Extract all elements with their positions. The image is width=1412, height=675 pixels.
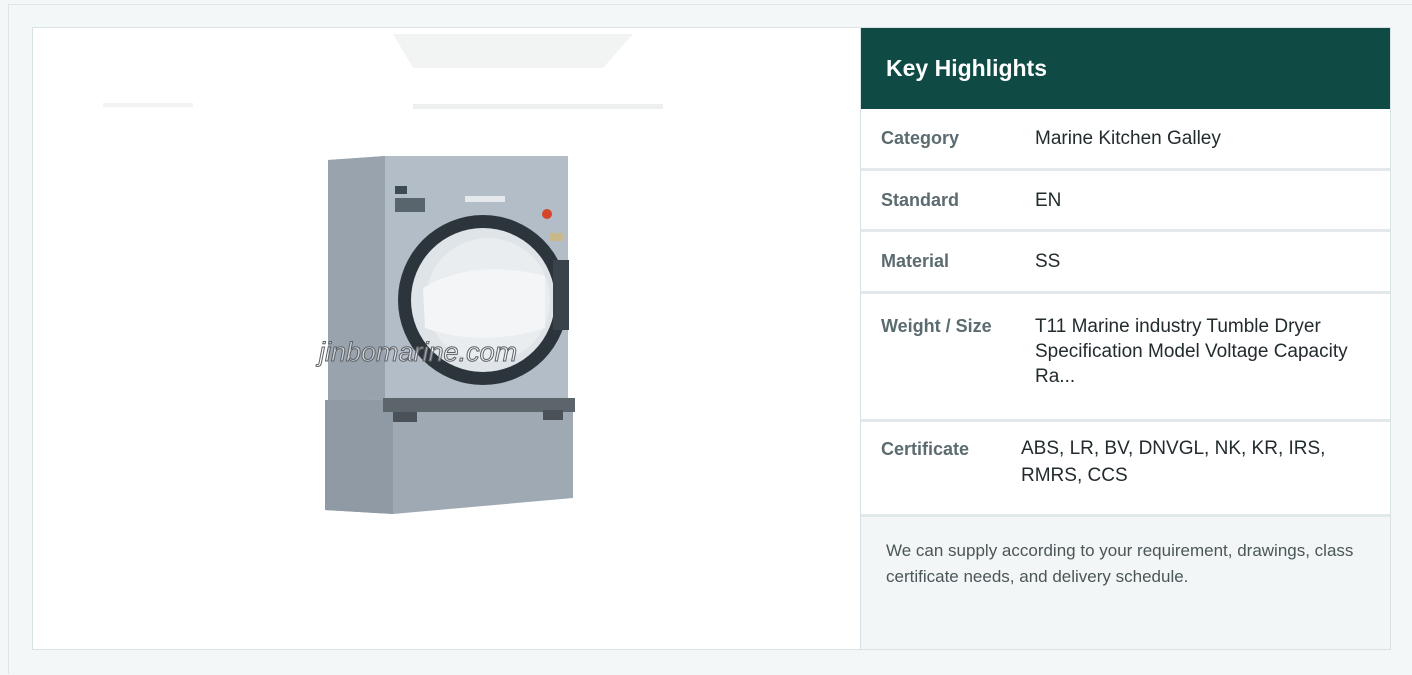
highlight-value: T11 Marine industry Tumble Dryer Specifi… xyxy=(1035,316,1348,387)
highlight-label: Category xyxy=(881,128,960,148)
highlight-label: Weight / Size xyxy=(881,316,992,336)
highlight-row-category: Category Marine Kitchen Galley xyxy=(861,109,1390,171)
highlight-label: Certificate xyxy=(881,439,970,459)
highlight-row-certificate: Certificate ABS, LR, BV, DNVGL, NK, KR, … xyxy=(861,422,1390,517)
product-image-pane: jinbomarine.com xyxy=(33,28,861,649)
key-highlights-panel: Key Highlights Category Marine Kitchen G… xyxy=(861,28,1390,649)
key-highlights-header: Key Highlights xyxy=(861,28,1390,109)
highlight-row-material: Material SS xyxy=(861,232,1390,294)
highlight-value: EN xyxy=(1035,189,1062,211)
highlight-label: Material xyxy=(881,251,950,271)
highlight-value: Marine Kitchen Galley xyxy=(1035,128,1221,149)
supply-note: We can supply according to your requirem… xyxy=(861,517,1390,649)
highlight-row-weight-size: Weight / Size T11 Marine industry Tumble… xyxy=(861,294,1390,422)
highlight-label: Standard xyxy=(881,189,960,210)
highlight-value: SS xyxy=(1035,251,1061,272)
highlight-row-standard: Standard EN xyxy=(861,171,1390,232)
watermark-text: jinbomarine.com xyxy=(318,337,518,368)
key-highlights-title: Key Highlights xyxy=(886,55,1048,81)
product-card: jinbomarine.com Key Highlights Category … xyxy=(32,27,1391,650)
highlight-value: ABS, LR, BV, DNVGL, NK, KR, IRS, RMRS, C… xyxy=(1021,438,1326,486)
